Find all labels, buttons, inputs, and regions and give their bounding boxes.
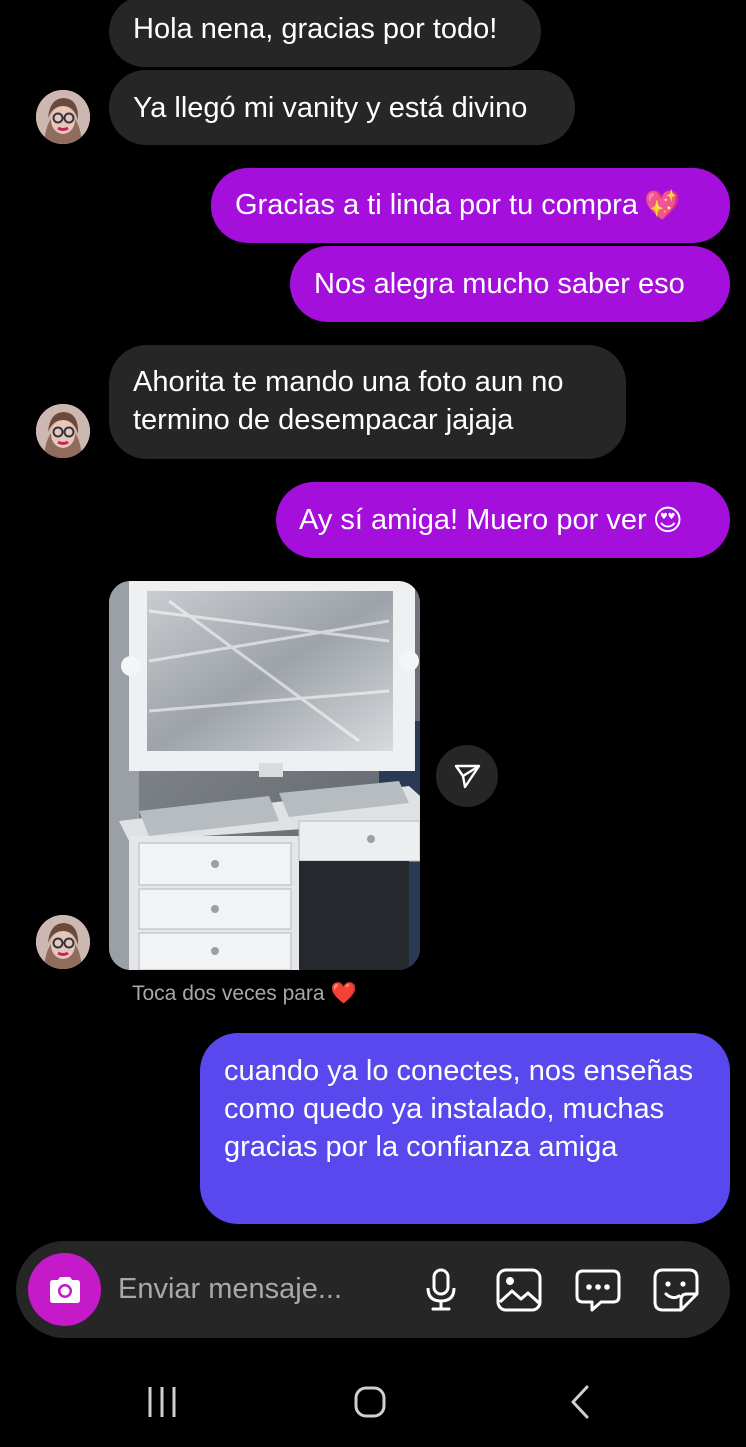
message-text: Gracias a ti linda por tu compra	[235, 189, 638, 221]
camera-button[interactable]	[28, 1253, 101, 1326]
outgoing-message-bubble[interactable]: Nos alegra mucho saber eso	[290, 246, 730, 322]
photo-message[interactable]	[109, 581, 420, 970]
vanity-photo	[109, 581, 420, 970]
incoming-message-bubble[interactable]: Ahorita te mando una foto aun no termino…	[109, 345, 626, 459]
incoming-message-bubble[interactable]: Hola nena, gracias por todo!	[109, 0, 541, 67]
gallery-icon	[496, 1268, 542, 1312]
incoming-message-bubble[interactable]: Ya llegó mi vanity y está divino	[109, 70, 575, 145]
chat-bubble-icon	[575, 1269, 621, 1312]
sparkling-heart-icon: 💖	[643, 190, 681, 223]
avatar[interactable]	[36, 404, 90, 458]
red-heart-icon: ❤️	[330, 982, 357, 1005]
heart-eyes-icon: 😍	[652, 505, 683, 538]
message-text: Ay sí amiga! Muero por ver	[299, 504, 647, 536]
send-icon	[454, 764, 481, 789]
chat-button[interactable]	[574, 1266, 622, 1314]
avatar[interactable]	[36, 90, 90, 144]
sticker-icon	[653, 1268, 699, 1312]
back-icon	[571, 1385, 589, 1419]
outgoing-message-bubble[interactable]: cuando ya lo conectes, nos enseñas como …	[200, 1033, 730, 1224]
photo-caption: Toca dos veces para ❤️	[132, 982, 357, 1005]
home-icon	[354, 1386, 386, 1418]
camera-icon	[49, 1276, 80, 1303]
message-text: Nos alegra mucho saber eso	[314, 268, 685, 300]
back-button[interactable]	[550, 1380, 610, 1424]
message-text: cuando ya lo conectes, nos enseñas como …	[224, 1055, 694, 1163]
message-text: Hola nena, gracias por todo!	[133, 13, 498, 45]
gallery-button[interactable]	[495, 1266, 543, 1314]
recent-apps-icon	[148, 1387, 176, 1417]
outgoing-message-bubble[interactable]: Ay sí amiga! Muero por ver 😍	[276, 482, 730, 558]
message-input[interactable]: Enviar mensaje...	[118, 1269, 378, 1309]
recent-apps-button[interactable]	[132, 1380, 192, 1424]
microphone-icon	[426, 1268, 456, 1311]
system-navigation-bar	[0, 1360, 746, 1447]
message-composer: Enviar mensaje...	[16, 1241, 730, 1338]
message-text-line: termino de desempacar jajaja	[133, 404, 514, 436]
message-text-line: Ahorita te mando una foto aun no	[133, 366, 564, 398]
share-button[interactable]	[436, 745, 498, 807]
home-button[interactable]	[340, 1380, 400, 1424]
sticker-button[interactable]	[652, 1266, 700, 1314]
outgoing-message-bubble[interactable]: Gracias a ti linda por tu compra 💖	[211, 168, 730, 243]
message-text: Ya llegó mi vanity y está divino	[133, 92, 528, 124]
microphone-button[interactable]	[417, 1266, 465, 1314]
avatar[interactable]	[36, 915, 90, 969]
